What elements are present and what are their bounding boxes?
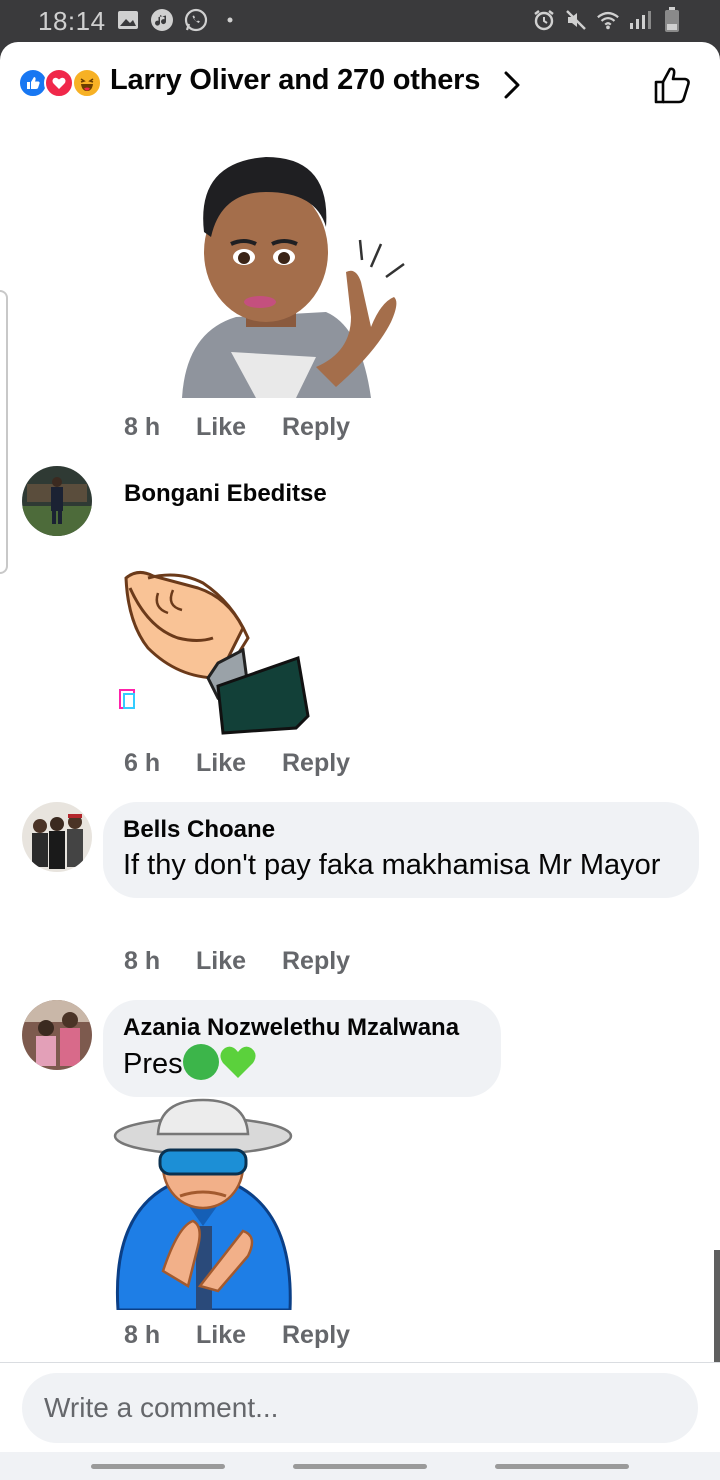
music-icon [150, 8, 174, 32]
comment-time: 8 h [124, 1320, 161, 1349]
reply-link[interactable]: Reply [282, 413, 350, 442]
reaction-icons [18, 68, 110, 100]
gallery-icon [116, 8, 140, 32]
comment-bubble[interactable]: Bells Choane If thy don't pay faka makha… [103, 802, 699, 898]
comment-text: Pres [123, 1048, 183, 1080]
status-time: 18:14 [38, 6, 106, 36]
status-right-icons [532, 7, 684, 32]
reply-link[interactable]: Reply [282, 1321, 350, 1350]
comment-meta: 8 h Like Reply [124, 410, 350, 444]
like-link[interactable]: Like [196, 749, 282, 778]
nav-pill-center[interactable] [293, 1464, 427, 1469]
nav-pill-left[interactable] [91, 1464, 225, 1469]
like-link[interactable]: Like [196, 947, 282, 976]
reply-link[interactable]: Reply [282, 749, 350, 778]
comment-author[interactable]: Azania Nozwelethu Mzalwana [123, 1014, 479, 1042]
reactions-summary-text[interactable]: Larry Oliver and 270 others [110, 64, 480, 97]
comment-bubble[interactable]: Azania Nozwelethu Mzalwana Pres [103, 1000, 501, 1097]
avatar[interactable] [22, 802, 92, 872]
comment-meta: 8 h Like Reply [124, 944, 350, 978]
love-reaction-icon [44, 68, 74, 98]
alarm-icon [532, 8, 556, 32]
avatar[interactable] [22, 466, 92, 536]
comment-meta: 6 h Like Reply [124, 746, 350, 780]
thumbs-up-outline-icon[interactable] [652, 64, 694, 106]
clapping-hands-gif [119, 571, 310, 735]
man-in-hat-clapping-sticker [113, 1098, 293, 1310]
haha-reaction-icon [72, 68, 102, 98]
reactions-header[interactable]: Larry Oliver and 270 others [0, 42, 720, 126]
nav-pill-right[interactable] [495, 1464, 629, 1469]
navigation-bar [0, 1452, 720, 1480]
comment-time: 6 h [124, 748, 161, 777]
comment-text: If thy don't pay faka makhamisa Mr Mayor [123, 849, 661, 881]
comment-author[interactable]: Bells Choane [123, 816, 677, 844]
signal-icon [628, 8, 652, 32]
battery-icon [660, 7, 684, 32]
reply-link[interactable]: Reply [282, 947, 350, 976]
green-circle-emoji-icon [182, 1044, 219, 1080]
comment-time: 8 h [124, 412, 161, 441]
side-drag-handle[interactable] [0, 290, 8, 574]
comment-meta: 8 h Like Reply [124, 1318, 350, 1352]
comment-text-line: Pres [123, 1044, 479, 1083]
chevron-right-icon[interactable] [500, 68, 524, 102]
comment-input[interactable] [22, 1373, 698, 1443]
whatsapp-icon [184, 8, 208, 32]
avatar-clapping-sticker [182, 157, 405, 398]
comment-time: 8 h [124, 946, 161, 975]
status-bar: 18:14 [0, 0, 720, 44]
avatar[interactable] [22, 1000, 92, 1070]
wifi-icon [596, 8, 620, 32]
dot-icon [218, 8, 242, 32]
like-link[interactable]: Like [196, 413, 282, 442]
status-left-icons [116, 8, 242, 32]
green-heart-emoji-icon [220, 1046, 256, 1078]
comment-author[interactable]: Bongani Ebeditse [124, 480, 327, 508]
like-link[interactable]: Like [196, 1321, 282, 1350]
mute-icon [564, 8, 588, 32]
comments-sheet: Larry Oliver and 270 others 8 h Like Rep… [0, 42, 720, 1480]
scrollbar-thumb[interactable] [714, 1250, 720, 1364]
